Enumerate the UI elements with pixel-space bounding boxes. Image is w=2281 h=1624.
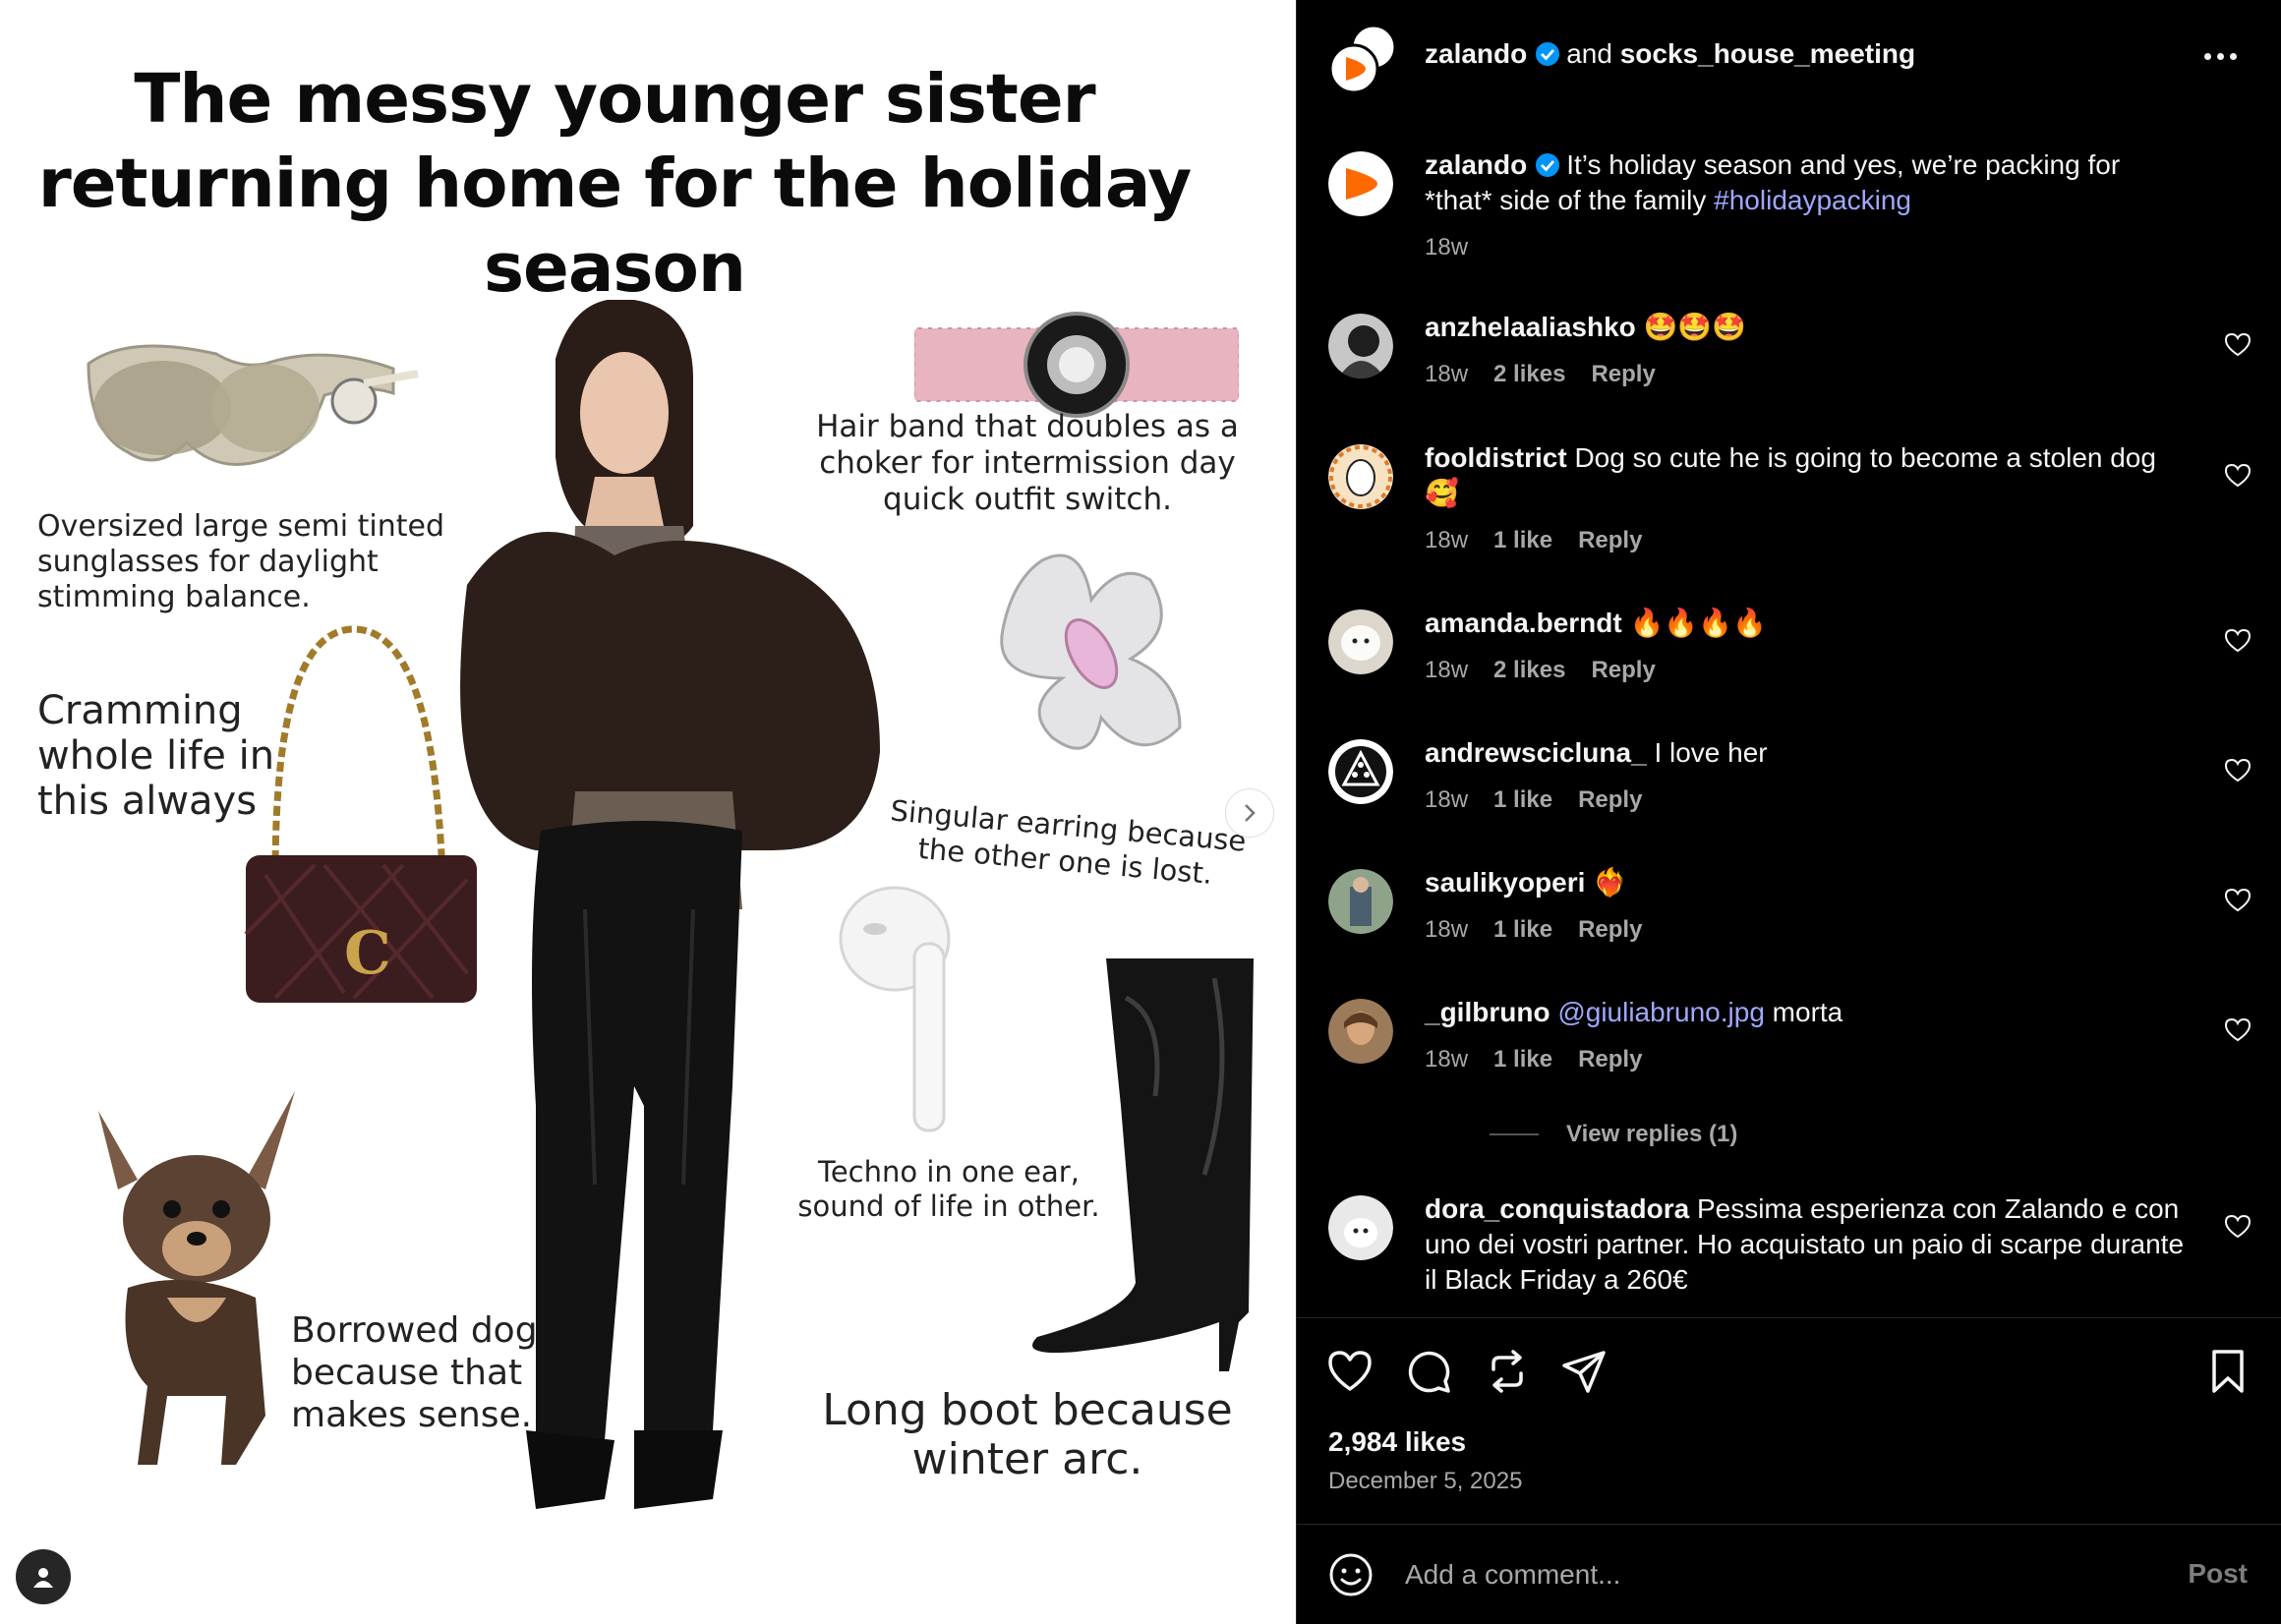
- reply-button[interactable]: Reply: [1578, 523, 1642, 558]
- comment-likes[interactable]: 1 like: [1493, 523, 1552, 558]
- comment-input[interactable]: [1405, 1552, 2093, 1597]
- collaborator-username[interactable]: socks_house_meeting: [1620, 38, 1915, 69]
- add-comment-bar: Post: [1297, 1524, 2281, 1624]
- bag-caption: Cramming whole life in this always: [37, 688, 275, 824]
- caption-username[interactable]: zalando: [1425, 149, 1527, 180]
- comment-username[interactable]: anzhelaaliashko: [1425, 312, 1636, 342]
- view-replies-button[interactable]: View replies (1): [1490, 1121, 1737, 1148]
- sunglasses-caption: Oversized large semi tinted sunglasses f…: [37, 509, 445, 614]
- post-image[interactable]: The messy younger sister returning home …: [0, 0, 1296, 1624]
- view-replies-label: View replies (1): [1566, 1121, 1738, 1147]
- dog-image: [98, 1091, 295, 1465]
- verified-badge-icon: [1536, 153, 1560, 177]
- sunglasses-image: [87, 344, 419, 466]
- heart-icon[interactable]: [2224, 331, 2252, 359]
- repost-icon[interactable]: [1484, 1348, 1531, 1395]
- commenter-avatar[interactable]: [1328, 314, 1393, 378]
- caption-time[interactable]: 18w: [1425, 230, 1468, 265]
- comment-likes[interactable]: 2 likes: [1493, 653, 1565, 688]
- earring-caption: Singular earring because the other one i…: [889, 793, 1248, 891]
- commenter-avatar[interactable]: [1328, 739, 1393, 804]
- comment-text: I love her: [1654, 737, 1768, 768]
- author-username[interactable]: zalando: [1425, 38, 1527, 69]
- comment-text: morta: [1764, 997, 1843, 1027]
- comment-time[interactable]: 18w: [1425, 912, 1468, 948]
- svg-text:C: C: [344, 919, 391, 988]
- earbud-caption: Techno in one ear, sound of life in othe…: [797, 1155, 1100, 1223]
- comment-likes[interactable]: 1 like: [1493, 1042, 1552, 1077]
- comment-time[interactable]: 18w: [1425, 357, 1468, 392]
- tagged-users-button[interactable]: [16, 1549, 71, 1604]
- collab-avatars[interactable]: [1328, 24, 1399, 94]
- commenter-avatar[interactable]: [1328, 444, 1393, 509]
- chevron-right-icon: [1245, 804, 1256, 822]
- next-image-button[interactable]: [1225, 788, 1274, 838]
- comment-text: 🔥🔥🔥🔥: [1629, 608, 1767, 638]
- post-actions: 2,984 likes December 5, 2025: [1297, 1317, 2281, 1524]
- emoji-icon[interactable]: [1328, 1552, 1374, 1597]
- heart-icon[interactable]: [2224, 462, 2252, 490]
- collaborator-avatar: [1328, 24, 1397, 94]
- heart-icon[interactable]: [2224, 1016, 2252, 1044]
- reply-button[interactable]: Reply: [1591, 357, 1655, 392]
- comment-likes[interactable]: 2 likes: [1493, 357, 1565, 392]
- more-options-icon[interactable]: [2198, 41, 2242, 71]
- comment-icon[interactable]: [1405, 1348, 1452, 1395]
- person-icon: [33, 1568, 53, 1588]
- share-icon[interactable]: [1560, 1348, 1608, 1395]
- comment-time[interactable]: 18w: [1425, 653, 1468, 688]
- earring-image: [1000, 553, 1182, 750]
- comment-text: 🤩🤩🤩: [1643, 312, 1747, 342]
- post-modal: The messy younger sister returning home …: [0, 0, 2281, 1624]
- post-date: December 5, 2025: [1328, 1468, 1523, 1494]
- author-joiner: and: [1566, 38, 1612, 69]
- hairband-caption: Hair band that doubles as a choker for i…: [816, 409, 1239, 517]
- post-authors: zalando and socks_house_meeting: [1425, 37, 1915, 71]
- likes-count[interactable]: 2,984 likes: [1328, 1426, 1466, 1458]
- comments-panel: zalando and socks_house_meeting zalando It…: [1296, 0, 2281, 1624]
- commenter-avatar[interactable]: [1328, 609, 1393, 674]
- comment-time[interactable]: 18w: [1425, 1042, 1468, 1077]
- earbud-image: [839, 886, 951, 1132]
- zalando-avatar[interactable]: [1328, 151, 1393, 216]
- reply-button[interactable]: Reply: [1578, 1042, 1642, 1077]
- mention-link[interactable]: @giuliabruno.jpg: [1557, 997, 1765, 1027]
- reply-button[interactable]: Reply: [1591, 653, 1655, 688]
- heart-icon[interactable]: [2224, 1213, 2252, 1241]
- comment-username[interactable]: saulikyoperi: [1425, 867, 1585, 898]
- dog-caption: Borrowed dog because that makes sense.: [291, 1310, 538, 1435]
- heart-icon[interactable]: [2224, 757, 2252, 784]
- reply-button[interactable]: Reply: [1578, 912, 1642, 948]
- hairband-image: [914, 312, 1239, 418]
- post-comment-button[interactable]: Post: [2188, 1558, 2248, 1590]
- commenter-avatar[interactable]: [1328, 999, 1393, 1064]
- reply-button[interactable]: Reply: [1578, 783, 1642, 818]
- comment-likes[interactable]: 1 like: [1493, 783, 1552, 818]
- comment-time[interactable]: 18w: [1425, 523, 1468, 558]
- heart-icon[interactable]: [2224, 627, 2252, 655]
- verified-badge-icon: [1536, 42, 1560, 66]
- comment-username[interactable]: _gilbruno: [1425, 997, 1550, 1027]
- commenter-avatar[interactable]: [1328, 869, 1393, 934]
- collage-title: The messy younger sister returning home …: [37, 60, 1193, 308]
- heart-icon[interactable]: [2224, 887, 2252, 914]
- comment-text: ❤️‍🔥: [1593, 867, 1628, 898]
- hashtag-link[interactable]: #holidaypacking: [1714, 185, 1911, 215]
- boot-caption: Long boot because winter arc.: [822, 1385, 1233, 1484]
- comment-time[interactable]: 18w: [1425, 783, 1468, 818]
- commenter-avatar[interactable]: [1328, 1195, 1393, 1260]
- comment-username[interactable]: fooldistrict: [1425, 442, 1567, 473]
- comment-username[interactable]: amanda.berndt: [1425, 608, 1622, 638]
- comments-list: zalando It’s holiday season and yes, we’r…: [1297, 108, 2281, 1317]
- comment-likes[interactable]: 1 like: [1493, 912, 1552, 948]
- comment-username[interactable]: dora_conquistadora: [1425, 1193, 1689, 1224]
- like-heart-icon[interactable]: [1326, 1348, 1374, 1395]
- comment-username[interactable]: andrewscicluna_: [1425, 737, 1647, 768]
- bookmark-icon[interactable]: [2204, 1348, 2252, 1395]
- post-header: zalando and socks_house_meeting: [1297, 0, 2281, 108]
- replies-divider: [1490, 1133, 1539, 1135]
